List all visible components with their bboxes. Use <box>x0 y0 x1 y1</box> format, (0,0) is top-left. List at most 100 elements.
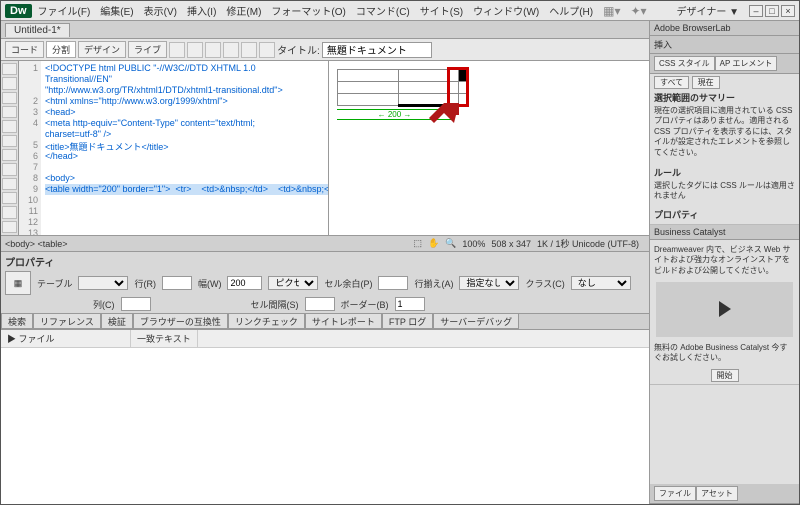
width-input[interactable] <box>227 276 262 290</box>
hand-tool-icon[interactable]: ✋ <box>428 238 439 249</box>
menu-modify[interactable]: 修正(M) <box>226 3 261 18</box>
window-controls: – □ × <box>749 5 795 17</box>
annotation-highlight-box <box>447 67 469 107</box>
view-design-button[interactable]: デザイン <box>78 41 126 58</box>
document-tab[interactable]: Untitled-1* <box>5 23 70 37</box>
width-unit-select[interactable]: ピクセル <box>268 276 318 290</box>
cellspace-input[interactable] <box>305 297 335 311</box>
panel-insert[interactable]: 挿入 <box>650 36 799 54</box>
view-split-button[interactable]: 分割 <box>46 41 76 58</box>
tag-selector[interactable]: <body> <table> <box>5 239 68 249</box>
menu-command[interactable]: コマンド(C) <box>356 3 410 18</box>
menu-site[interactable]: サイト(S) <box>420 3 463 18</box>
bottom-tabs: 検索 リファレンス 検証 ブラウザーの互換性 リンクチェック サイトレポート F… <box>1 313 649 329</box>
tab-reference[interactable]: リファレンス <box>33 314 101 329</box>
toolbar-icon[interactable] <box>187 42 203 58</box>
code-tool-icon[interactable] <box>2 163 17 175</box>
code-tool-icon[interactable] <box>2 63 17 75</box>
toolbar-icon[interactable] <box>259 42 275 58</box>
menu-format[interactable]: フォーマット(O) <box>271 3 345 18</box>
panel-browserlab[interactable]: Adobe BrowserLab <box>650 21 799 36</box>
annotation-arrow-icon <box>419 103 459 136</box>
css-summary-text: 現在の選択項目に適用されている CSS プロパティはありません。適用される CS… <box>654 104 795 160</box>
toolbar-icon[interactable] <box>169 42 185 58</box>
rows-label: 行(R) <box>134 277 156 290</box>
menu-edit[interactable]: 編集(E) <box>100 3 133 18</box>
menubar: Dw ファイル(F) 編集(E) 表示(V) 挿入(I) 修正(M) フォーマッ… <box>1 1 799 21</box>
code-tool-icon[interactable] <box>2 77 17 89</box>
window-size[interactable]: 508 x 347 <box>491 239 531 249</box>
tab-site-report[interactable]: サイトレポート <box>305 314 382 329</box>
title-input[interactable] <box>322 42 432 58</box>
col-file[interactable]: ▶ ファイル <box>1 330 131 347</box>
menu-view[interactable]: 表示(V) <box>144 3 177 18</box>
code-tool-icon[interactable] <box>2 221 17 233</box>
code-tool-icon[interactable] <box>2 106 17 118</box>
bc-footer-text: 無料の Adobe Business Catalyst 今すぐお試しください。 <box>654 341 795 366</box>
document-bar: Untitled-1* <box>1 21 649 39</box>
menu-insert[interactable]: 挿入(I) <box>187 3 216 18</box>
panel-business-catalyst[interactable]: Business Catalyst <box>650 225 799 240</box>
view-live-button[interactable]: ライブ <box>128 41 167 58</box>
toolbar-icon[interactable] <box>223 42 239 58</box>
document-toolbar: コード 分割 デザイン ライブ タイトル: <box>1 39 649 61</box>
extend-icon[interactable]: ✦▾ <box>630 4 646 18</box>
css-all-button[interactable]: すべて <box>654 76 689 89</box>
css-rules-title: ルール <box>654 166 795 179</box>
properties-panel: プロパティ ▦ テーブル 行(R) 幅(W) ピクセル セル余白(P) 行揃え(… <box>1 251 649 313</box>
cols-label: 列(C) <box>93 298 115 311</box>
design-view[interactable]: ← 200 → <box>329 61 649 235</box>
maximize-icon[interactable]: □ <box>765 5 779 17</box>
tab-validate[interactable]: 検証 <box>101 314 133 329</box>
css-props-title: プロパティ <box>654 208 795 221</box>
tab-search[interactable]: 検索 <box>1 314 33 329</box>
code-tool-icon[interactable] <box>2 206 17 218</box>
layout-icon[interactable]: ▦▾ <box>603 4 620 18</box>
code-view[interactable]: 12345678910111213141516171819202122 <!DO… <box>19 61 329 235</box>
col-matched-text[interactable]: 一致テキスト <box>131 330 198 347</box>
tab-browser-compat[interactable]: ブラウザーの互換性 <box>133 314 228 329</box>
menu-help[interactable]: ヘルプ(H) <box>549 3 593 18</box>
view-code-button[interactable]: コード <box>5 41 44 58</box>
tab-server-debug[interactable]: サーバーデバッグ <box>433 314 519 329</box>
menu-window[interactable]: ウィンドウ(W) <box>473 3 539 18</box>
zoom-level[interactable]: 100% <box>462 239 485 249</box>
results-panel: ▶ ファイル 一致テキスト <box>1 329 649 504</box>
close-icon[interactable]: × <box>781 5 795 17</box>
zoom-tool-icon[interactable]: 🔍 <box>445 238 456 249</box>
code-tool-icon[interactable] <box>2 135 17 147</box>
toolbar-icon[interactable] <box>241 42 257 58</box>
title-label: タイトル: <box>277 42 320 57</box>
tab-link-check[interactable]: リンクチェック <box>228 314 305 329</box>
code-source[interactable]: <!DOCTYPE html PUBLIC "-//W3C//DTD XHTML… <box>41 61 328 235</box>
code-tool-icon[interactable] <box>2 192 17 204</box>
tab-css-styles[interactable]: CSS スタイル <box>654 56 715 71</box>
code-tool-icon[interactable] <box>2 120 17 132</box>
cols-input[interactable] <box>121 297 151 311</box>
code-tool-icon[interactable] <box>2 92 17 104</box>
css-rules-text: 選択したタグには CSS ルールは適用されません <box>654 179 795 204</box>
bc-video-thumbnail[interactable] <box>656 282 793 337</box>
minimize-icon[interactable]: – <box>749 5 763 17</box>
code-tool-icon[interactable] <box>2 149 17 161</box>
tab-ftp-log[interactable]: FTP ログ <box>382 314 433 329</box>
border-input[interactable] <box>395 297 425 311</box>
cellpad-input[interactable] <box>378 276 408 290</box>
table-id-select[interactable] <box>78 276 128 290</box>
css-current-button[interactable]: 現在 <box>692 76 720 89</box>
menu-file[interactable]: ファイル(F) <box>38 3 91 18</box>
select-tool-icon[interactable]: ⬚ <box>413 238 422 249</box>
code-toolbar <box>1 61 19 235</box>
rows-input[interactable] <box>162 276 192 290</box>
workspace-switcher[interactable]: デザイナー ▼ <box>677 3 739 18</box>
align-select[interactable]: 指定なし <box>459 276 519 290</box>
workarea: 12345678910111213141516171819202122 <!DO… <box>1 61 649 235</box>
class-select[interactable]: なし <box>571 276 631 290</box>
toolbar-icon[interactable] <box>205 42 221 58</box>
bc-start-button[interactable]: 開始 <box>711 369 739 382</box>
right-panel: Adobe BrowserLab 挿入 CSS スタイル AP エレメント すべ… <box>649 21 799 504</box>
code-tool-icon[interactable] <box>2 178 17 190</box>
tab-assets[interactable]: アセット <box>696 486 738 501</box>
tab-files[interactable]: ファイル <box>654 486 696 501</box>
tab-ap-elements[interactable]: AP エレメント <box>715 56 778 71</box>
